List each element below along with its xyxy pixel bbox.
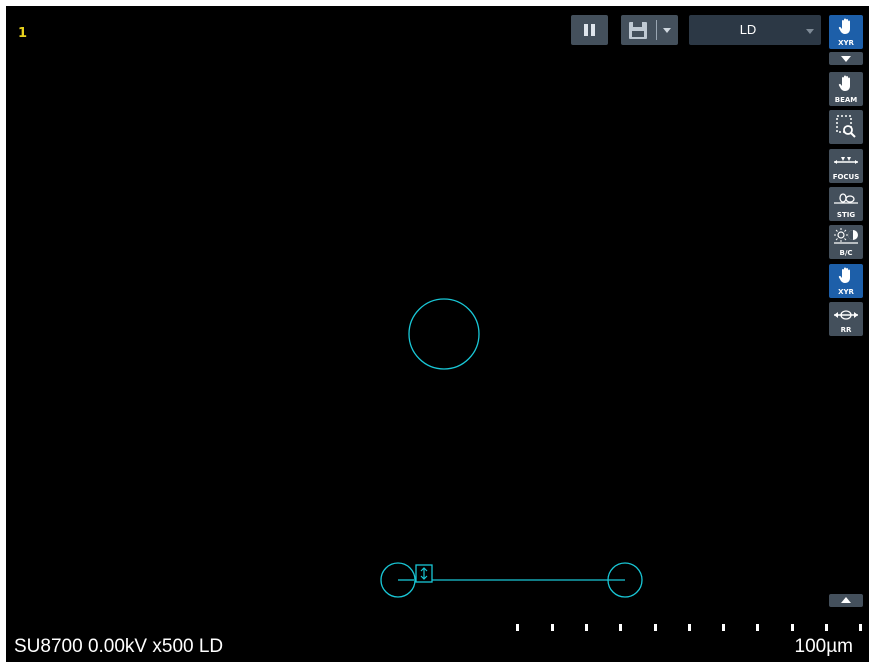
scale-tick [585, 624, 588, 631]
scale-tick [756, 624, 759, 631]
stage-overlay [380, 298, 643, 598]
scale-tick [722, 624, 725, 631]
stage-position-circle[interactable] [408, 298, 480, 370]
scale-bar-label: 100µm [794, 636, 853, 657]
image-info-text: SU8700 0.00kV x500 LD [14, 636, 224, 657]
scale-tick [551, 624, 554, 631]
scale-tick [825, 624, 828, 631]
scale-tick [654, 624, 657, 631]
scale-tick [516, 624, 519, 631]
scale-tick [859, 624, 862, 631]
scale-tick [791, 624, 794, 631]
scale-tick [688, 624, 691, 631]
scale-tick [619, 624, 622, 631]
